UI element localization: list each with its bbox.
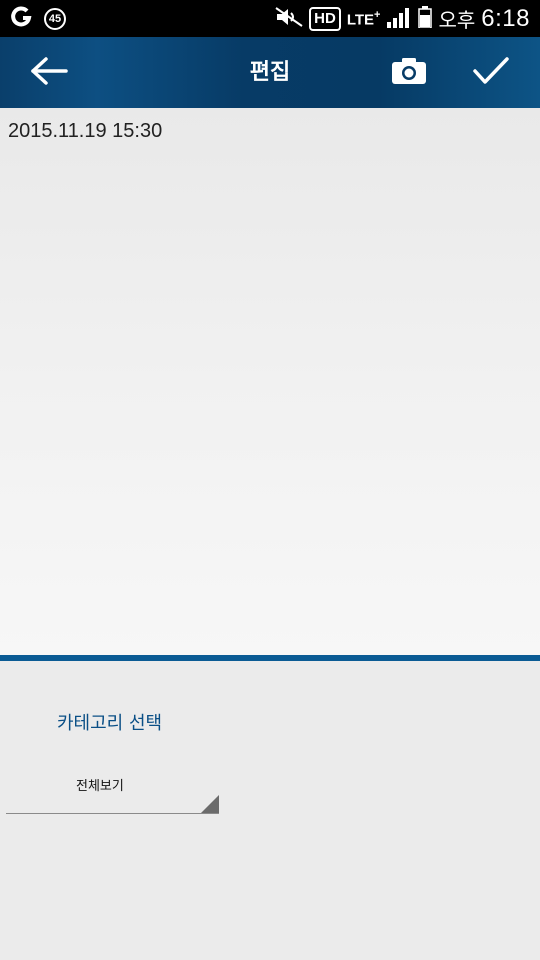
camera-icon [391,57,427,89]
checkmark-icon [472,56,510,90]
app-bar: 편집 [0,37,540,108]
back-arrow-icon [30,56,68,90]
signal-strength-icon [386,6,412,32]
note-editor[interactable]: 2015.11.19 15:30 [0,108,540,655]
status-ampm: 오후 [438,8,476,32]
note-content-input[interactable] [8,152,532,647]
category-panel: 카테고리 선택 전체보기 [0,661,540,960]
back-button[interactable] [22,51,76,95]
mute-icon [275,6,303,31]
confirm-button[interactable] [466,51,516,95]
app-notification-icon [10,5,32,32]
dropdown-triangle-icon [201,795,219,813]
note-date: 2015.11.19 15:30 [8,120,163,142]
status-time: 6:18 [481,4,530,32]
lte-indicator: LTE+ [346,8,381,29]
page-title: 편집 [249,60,291,85]
notification-count-icon: 45 [44,7,66,30]
camera-button[interactable] [385,53,433,93]
status-bar: 45 HD LTE+ 오후 6:18 [0,0,540,37]
hd-voice-icon: HD [309,6,341,31]
category-select[interactable]: 전체보기 [6,761,219,814]
battery-icon [418,5,433,32]
category-label: 카테고리 선택 [57,713,163,734]
category-selected-value: 전체보기 [76,779,124,794]
